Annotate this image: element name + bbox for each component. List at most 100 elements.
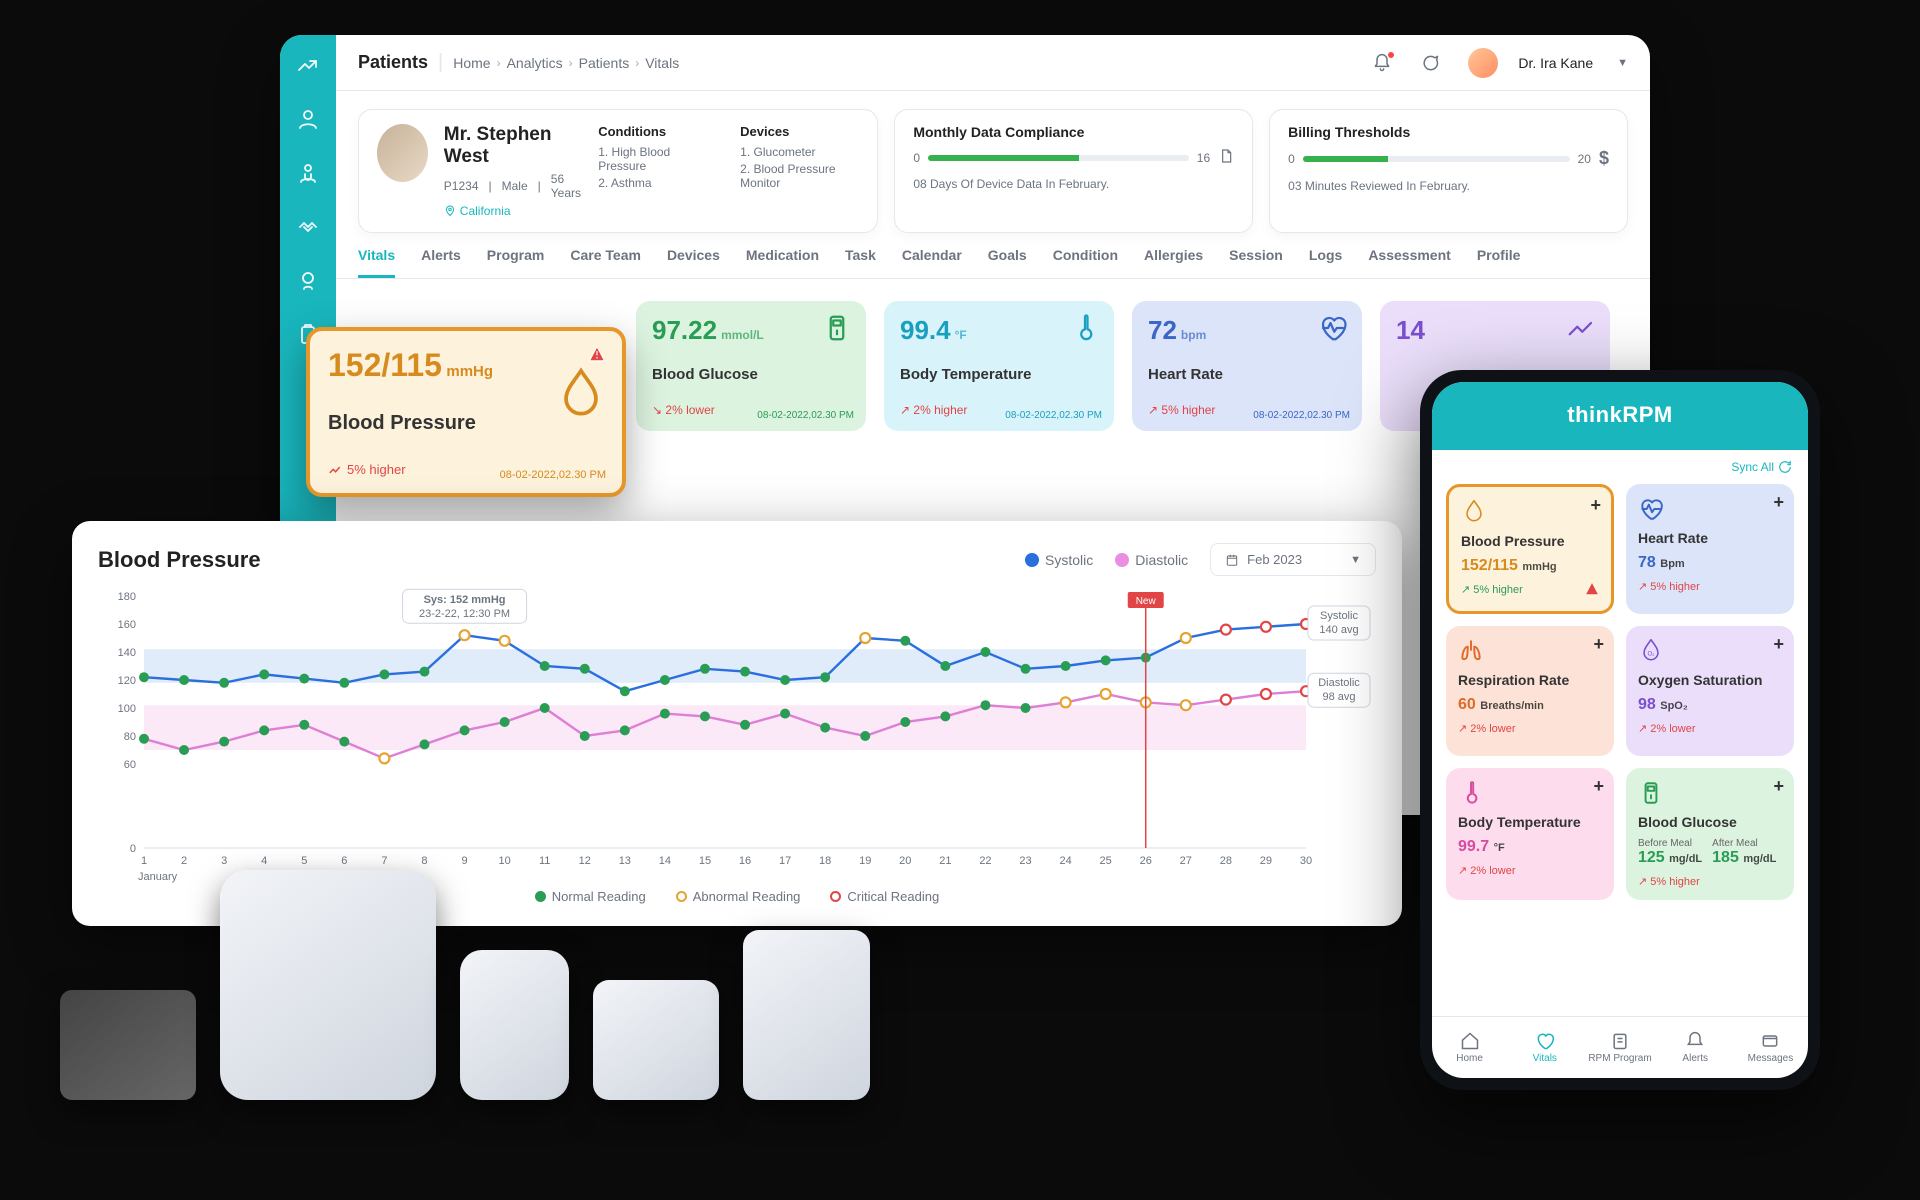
breadcrumb: Home› Analytics› Patients› Vitals <box>453 55 679 71</box>
patient-location: California <box>444 204 582 218</box>
trend-icon[interactable] <box>296 53 320 77</box>
condition-item: 2. Asthma <box>598 176 704 190</box>
o2-icon: O₂ <box>1638 638 1664 664</box>
compliance-subtext: 08 Days Of Device Data In February. <box>913 177 1234 191</box>
avatar[interactable] <box>1468 48 1498 78</box>
vital-card-hr[interactable]: 72bpmHeart Rate↗ 5% higher08-02-2022,02.… <box>1132 301 1362 431</box>
warning-icon <box>1585 582 1599 601</box>
tab-assessment[interactable]: Assessment <box>1368 247 1451 278</box>
handshake-icon[interactable] <box>296 215 320 239</box>
sync-all-button[interactable]: Sync All <box>1432 450 1808 484</box>
svg-text:160: 160 <box>118 619 136 631</box>
vital-card-temp[interactable]: 99.4°FBody Temperature↗ 2% higher08-02-2… <box>884 301 1114 431</box>
tab-condition[interactable]: Condition <box>1053 247 1118 278</box>
svg-text:6: 6 <box>341 855 347 867</box>
tab-medication[interactable]: Medication <box>746 247 819 278</box>
glucose-meter-image <box>743 930 870 1100</box>
hr-icon <box>1318 313 1348 343</box>
svg-text:19: 19 <box>859 855 871 867</box>
svg-text:29: 29 <box>1260 855 1272 867</box>
crumb-patients[interactable]: Patients <box>579 55 630 71</box>
mobile-card-spo2[interactable]: +O₂Oxygen Saturation98 SpO₂↗ 2% lower <box>1626 626 1794 756</box>
bp-monitor-image <box>220 870 437 1100</box>
svg-text:26: 26 <box>1140 855 1152 867</box>
compliance-progress <box>928 155 1189 161</box>
add-icon[interactable]: + <box>1773 492 1784 513</box>
tab-alerts[interactable]: Alerts <box>421 247 461 278</box>
crumb-analytics[interactable]: Analytics <box>507 55 563 71</box>
glucose-icon <box>1638 780 1664 806</box>
condition-item: 1. High Blood Pressure <box>598 145 704 173</box>
device-images <box>60 870 870 1100</box>
billing-card: Billing Thresholds 0 20 $ 03 Minutes Rev… <box>1269 109 1628 233</box>
add-icon[interactable]: + <box>1773 634 1784 655</box>
add-icon[interactable]: + <box>1590 495 1601 516</box>
crumb-vitals[interactable]: Vitals <box>645 55 679 71</box>
svg-text:60: 60 <box>124 759 136 771</box>
tab-vitals[interactable]: Vitals <box>358 247 395 278</box>
tab-task[interactable]: Task <box>845 247 876 278</box>
mobile-card-hr[interactable]: +Heart Rate78 Bpm↗ 5% higher <box>1626 484 1794 614</box>
phone-nav-rpm-program[interactable]: RPM Program <box>1582 1017 1657 1078</box>
svg-text:80: 80 <box>124 731 136 743</box>
phone-nav-messages[interactable]: Messages <box>1733 1017 1808 1078</box>
patient-identity-card: Mr. Stephen West P1234| Male| 56 Years C… <box>358 109 878 233</box>
tab-calendar[interactable]: Calendar <box>902 247 962 278</box>
svg-text:New: New <box>1136 596 1157 607</box>
svg-text:16: 16 <box>739 855 751 867</box>
user-menu-caret[interactable]: ▼ <box>1617 57 1628 69</box>
drop-icon <box>1461 499 1487 525</box>
phone-nav-vitals[interactable]: Vitals <box>1507 1017 1582 1078</box>
crumb-home[interactable]: Home <box>453 55 490 71</box>
svg-text:3: 3 <box>221 855 227 867</box>
svg-text:180: 180 <box>118 591 136 603</box>
tab-session[interactable]: Session <box>1229 247 1283 278</box>
tab-program[interactable]: Program <box>487 247 545 278</box>
add-icon[interactable]: + <box>1593 776 1604 797</box>
svg-text:17: 17 <box>779 855 791 867</box>
mobile-card-glucose[interactable]: +Blood GlucoseBefore Meal125 mg/dLAfter … <box>1626 768 1794 900</box>
date-range-picker[interactable]: Feb 2023 ▼ <box>1210 543 1376 576</box>
svg-text:140: 140 <box>118 647 136 659</box>
warning-icon <box>588 345 606 368</box>
heart-icon <box>1638 496 1664 522</box>
chart-plot[interactable]: 0608010012014016018012345678910111213141… <box>98 586 1376 869</box>
bell-icon[interactable] <box>1372 53 1392 73</box>
svg-text:0: 0 <box>130 843 136 855</box>
svg-text:23: 23 <box>1019 855 1031 867</box>
chat-icon[interactable] <box>1420 53 1440 73</box>
svg-text:Diastolic: Diastolic <box>1318 677 1360 689</box>
doctor-icon[interactable] <box>296 161 320 185</box>
topbar: Patients | Home› Analytics› Patients› Vi… <box>336 35 1650 91</box>
mobile-card-temp[interactable]: +Body Temperature99.7 °F↗ 2% lower <box>1446 768 1614 900</box>
tab-goals[interactable]: Goals <box>988 247 1027 278</box>
phone-nav-home[interactable]: Home <box>1432 1017 1507 1078</box>
svg-text:4: 4 <box>261 855 267 867</box>
svg-text:25: 25 <box>1100 855 1112 867</box>
svg-text:24: 24 <box>1059 855 1071 867</box>
dollar-icon: $ <box>1599 148 1609 169</box>
tab-devices[interactable]: Devices <box>667 247 720 278</box>
mobile-card-bp[interactable]: +Blood Pressure152/115 mmHg↗ 5% higher <box>1446 484 1614 614</box>
baby-icon[interactable] <box>296 269 320 293</box>
svg-text:23-2-22, 12:30 PM: 23-2-22, 12:30 PM <box>419 608 510 620</box>
temp-icon <box>1070 313 1100 343</box>
vital-card-glucose[interactable]: 97.22mmol/LBlood Glucose↘ 2% lower08-02-… <box>636 301 866 431</box>
tab-logs[interactable]: Logs <box>1309 247 1342 278</box>
tab-care-team[interactable]: Care Team <box>570 247 641 278</box>
tab-allergies[interactable]: Allergies <box>1144 247 1203 278</box>
more-icon <box>1566 313 1596 343</box>
tabs: Vitals Alerts Program Care Team Devices Medic… <box>336 233 1650 279</box>
phone-nav-alerts[interactable]: Alerts <box>1658 1017 1733 1078</box>
patient-icon[interactable] <box>296 107 320 131</box>
svg-text:O₂: O₂ <box>1647 651 1655 657</box>
document-icon <box>1218 148 1234 167</box>
oximeter-image <box>593 980 720 1100</box>
tab-profile[interactable]: Profile <box>1477 247 1521 278</box>
svg-text:10: 10 <box>498 855 510 867</box>
add-icon[interactable]: + <box>1593 634 1604 655</box>
mobile-card-rr[interactable]: +Respiration Rate60 Breaths/min↗ 2% lowe… <box>1446 626 1614 756</box>
glucose-icon <box>822 313 852 343</box>
add-icon[interactable]: + <box>1773 776 1784 797</box>
featured-bp-card[interactable]: 152/115 mmHg Blood Pressure 5% higher 08… <box>306 327 626 497</box>
